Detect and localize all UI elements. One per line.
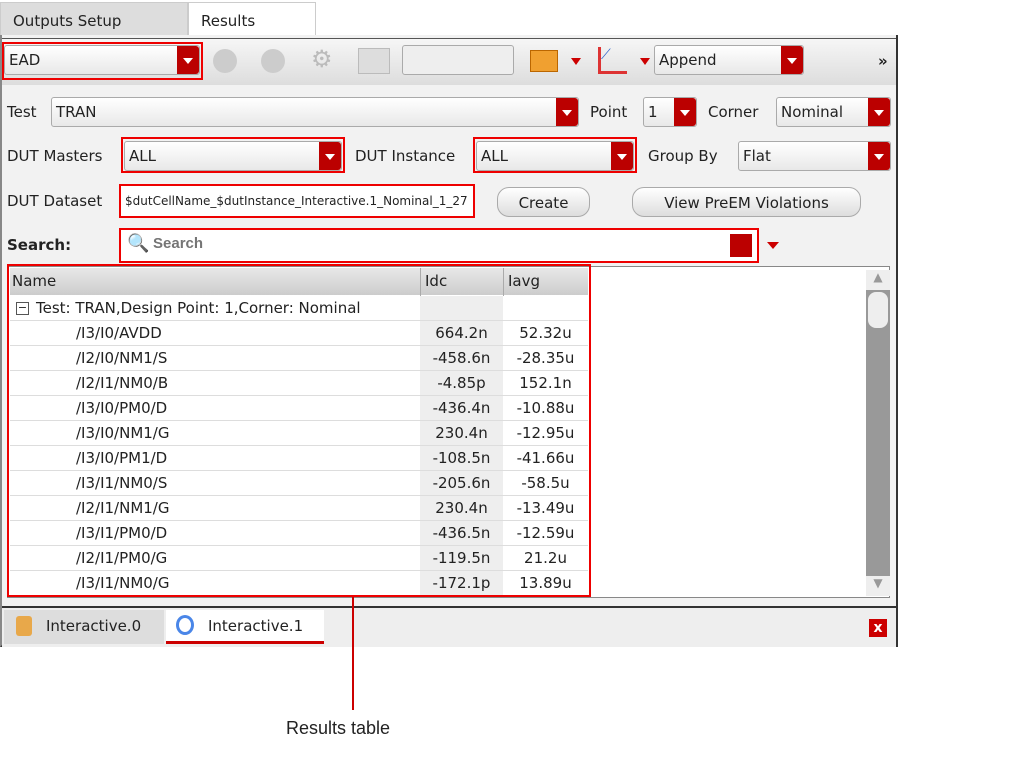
vertical-scrollbar[interactable]: ▲ ▼ [866, 270, 890, 596]
tab-interactive-0[interactable]: Interactive.0 [4, 610, 164, 644]
disabled-select[interactable] [402, 45, 514, 75]
corner-value: Nominal [781, 103, 844, 121]
group-by-value: Flat [743, 147, 771, 165]
search-label: Search: [7, 236, 72, 254]
point-label: Point [590, 103, 628, 121]
test-value: TRAN [56, 103, 97, 121]
corner-select[interactable]: Nominal [776, 97, 891, 127]
scroll-down-button[interactable]: ▼ [866, 576, 890, 596]
search-options-icon[interactable] [767, 242, 779, 249]
chevron-down-icon [556, 98, 578, 126]
plot-mode-select[interactable]: Append [654, 45, 804, 75]
callout-label: Results table [286, 718, 391, 738]
lock-icon [16, 616, 32, 636]
search-box[interactable]: 🔍 [119, 228, 759, 263]
chevron-down-icon [781, 46, 803, 74]
create-button[interactable]: Create [497, 187, 590, 217]
search-dropdown-button[interactable] [730, 234, 752, 257]
point-select[interactable]: 1 [643, 97, 697, 127]
view-preem-violations-button[interactable]: View PreEM Violations [632, 187, 861, 217]
forward-icon[interactable] [261, 49, 285, 73]
tab-results[interactable]: Results [188, 2, 316, 35]
scroll-thumb[interactable] [868, 292, 888, 328]
export-icon[interactable] [530, 50, 558, 72]
dut-masters-label: DUT Masters [7, 147, 103, 165]
dut-instance-label: DUT Instance [355, 147, 456, 165]
group-by-label: Group By [648, 147, 718, 165]
tab-label: Interactive.0 [46, 617, 142, 635]
dut-dataset-input[interactable]: $dutCellName_$dutInstance_Interactive.1_… [119, 184, 475, 218]
callout-line [352, 597, 354, 710]
close-icon[interactable]: x [869, 619, 887, 637]
more-toolbar-button[interactable]: » [878, 52, 888, 70]
highlight [2, 42, 203, 80]
tab-interactive-1[interactable]: Interactive.1 [166, 610, 324, 644]
clock-icon [176, 615, 194, 635]
gear-icon[interactable]: ⚙ [311, 45, 333, 73]
export-dropdown-icon[interactable] [571, 58, 581, 65]
chevron-down-icon [868, 98, 890, 126]
tab-outputs-setup[interactable]: Outputs Setup [0, 2, 188, 35]
scroll-up-button[interactable]: ▲ [866, 270, 890, 290]
chevron-down-icon [674, 98, 696, 126]
highlight [473, 137, 637, 173]
search-input[interactable] [151, 234, 725, 253]
table-icon[interactable] [358, 48, 390, 74]
plot-dropdown-icon[interactable] [640, 58, 650, 65]
plot-icon[interactable]: ⟋ [598, 47, 627, 74]
search-icon: 🔍 [127, 233, 150, 254]
results-table-highlight [7, 264, 591, 597]
corner-label: Corner [708, 103, 759, 121]
dut-dataset-label: DUT Dataset [7, 192, 103, 210]
highlight [121, 137, 345, 173]
point-value: 1 [648, 103, 658, 121]
test-select[interactable]: TRAN [51, 97, 579, 127]
back-icon[interactable] [213, 49, 237, 73]
tab-label: Interactive.1 [208, 617, 304, 635]
chevron-down-icon [868, 142, 890, 170]
group-by-select[interactable]: Flat [738, 141, 891, 171]
plot-mode-value: Append [659, 51, 717, 69]
test-label: Test [7, 103, 37, 121]
